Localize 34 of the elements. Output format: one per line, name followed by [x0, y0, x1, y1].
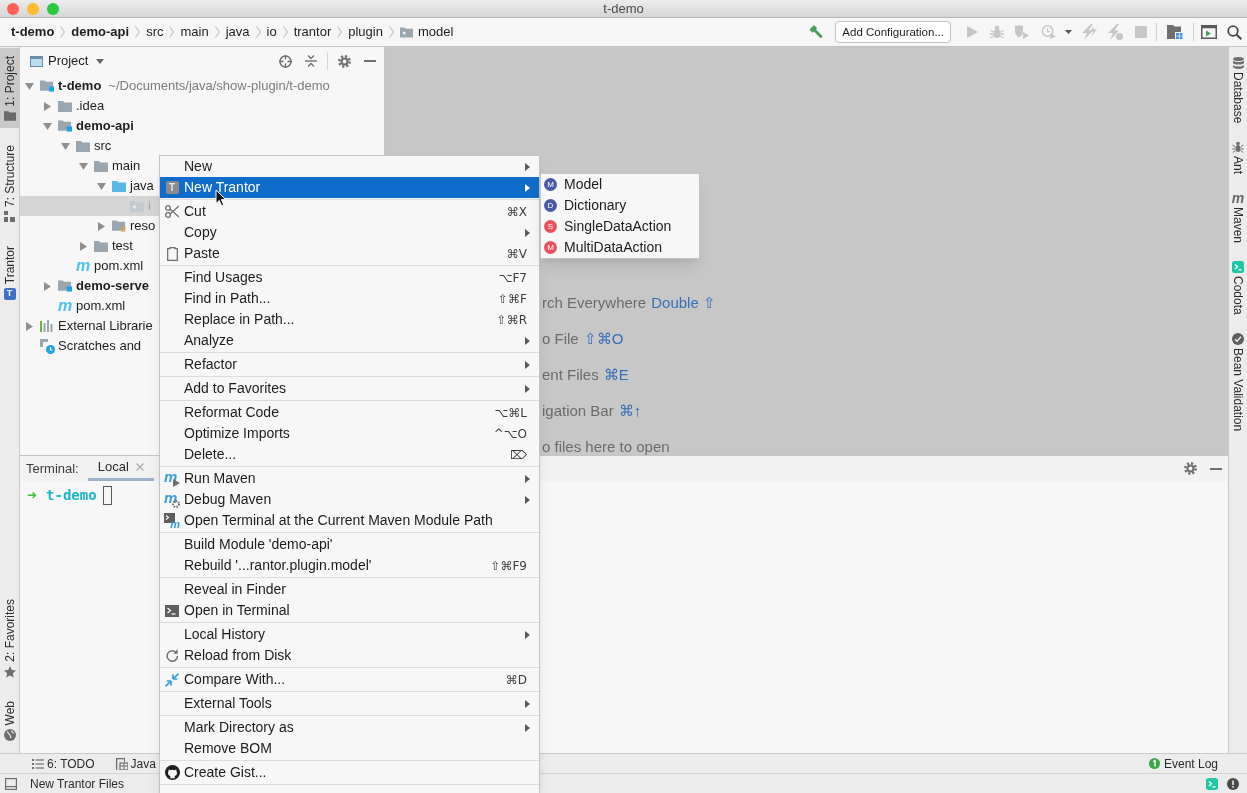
location-text: ~/Documents/java/show-plugin/t-demo — [108, 78, 330, 94]
hint-shortcut: ⌘↑ — [618, 403, 642, 419]
keyboard-shortcut: ⌥F7 — [498, 269, 527, 286]
letter-badge-icon: M — [544, 178, 557, 191]
letter-badge-icon: M — [544, 241, 557, 254]
letter-tile-icon: T — [3, 287, 16, 300]
keyboard-shortcut: ⌦ — [510, 446, 527, 463]
hint-text: o File — [542, 331, 579, 347]
panel-title: Terminal: — [26, 460, 79, 477]
keyboard-shortcut: ⇧⌘R — [496, 311, 527, 328]
status-message: New Trantor Files — [30, 776, 125, 791]
hint-text: rch Everywhere — [542, 295, 647, 311]
prompt-arrow: ➜ — [27, 487, 38, 503]
window-title: t-demo — [603, 0, 644, 17]
hint-shortcut: ⌘E — [603, 367, 629, 383]
keyboard-shortcut: ⌘V — [506, 245, 527, 262]
hint-text: o files here to open — [542, 439, 670, 455]
keyboard-shortcut: ⌘X — [506, 203, 527, 220]
letter-tile-icon: T — [165, 181, 179, 194]
prompt-text: t-demo — [46, 487, 97, 503]
keyboard-shortcut: ⌥⌘L — [494, 404, 527, 421]
hint-text: ent Files — [542, 367, 599, 383]
letter-m-icon: m — [1231, 192, 1245, 205]
letter-m-icon: m — [57, 299, 73, 313]
keyboard-shortcut: ⇧⌘F — [498, 290, 527, 307]
hint-shortcut: Double ⇧ — [651, 295, 716, 311]
letter-badge-icon: D — [544, 199, 557, 212]
keyboard-shortcut: ^⌥O — [493, 425, 527, 442]
hint-text: igation Bar — [542, 403, 614, 419]
keyboard-shortcut: ⌘D — [505, 671, 527, 688]
letter-m-icon: m — [75, 259, 91, 273]
hint-shortcut: ⇧⌘O — [583, 331, 624, 347]
letter-badge-icon: S — [544, 220, 557, 233]
keyboard-shortcut: ⇧⌘F9 — [490, 557, 527, 574]
